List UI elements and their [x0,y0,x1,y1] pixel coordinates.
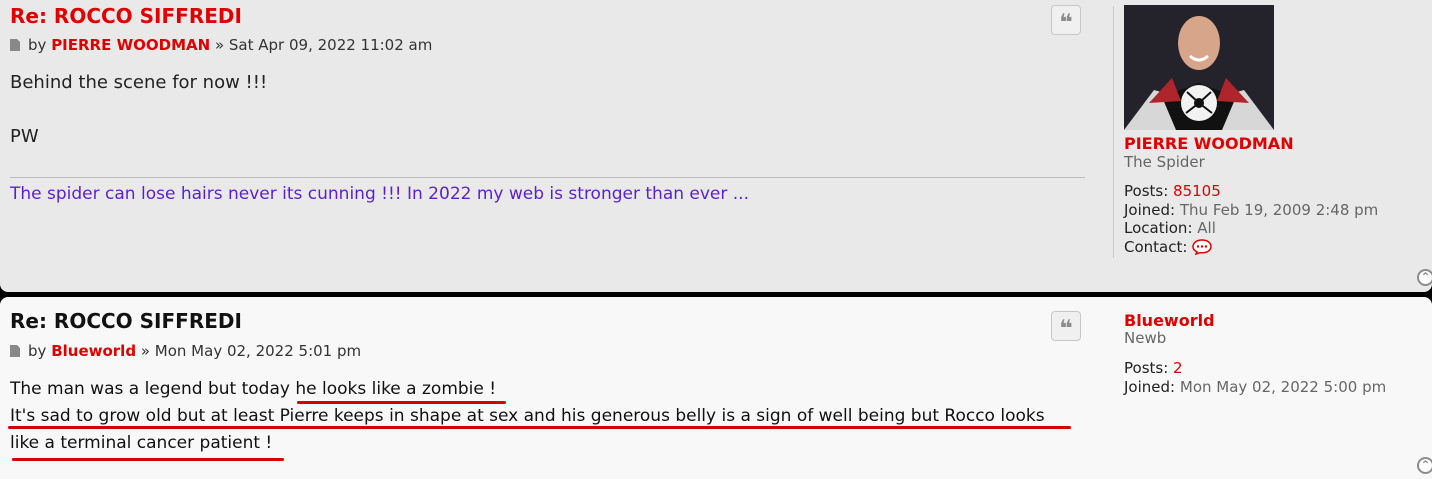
profile-divider [1113,6,1114,258]
joined-label: Joined: [1124,200,1176,219]
posts-count[interactable]: 2 [1173,359,1183,377]
posts-label: Posts: [1124,359,1169,377]
content-line: Behind the scene for now !!! [10,72,268,93]
post-meta: by Blueworld » Mon May 02, 2022 5:01 pm [10,341,361,361]
post-1: Re: ROCCO SIFFREDI by PIERRE WOODMAN » S… [0,0,1432,292]
post-meta: by PIERRE WOODMAN » Sat Apr 09, 2022 11:… [10,35,432,55]
post-content: Behind the scene for now !!! PW [10,69,267,150]
joined-date: Thu Feb 19, 2009 2:48 pm [1179,200,1379,219]
quote-icon: ❝ [1059,10,1073,36]
back-to-top-icon[interactable]: ⌃ [1417,457,1432,474]
content-line: The man was a legend but today he looks … [10,379,497,399]
by-label: by [28,342,47,360]
profile-stats: Posts: 2 Joined: Mon May 02, 2022 5:00 p… [1124,359,1386,396]
post-content: The man was a legend but today he looks … [10,376,1045,457]
avatar[interactable] [1124,5,1274,130]
profile-stats: Posts: 85105 Joined: Thu Feb 19, 2009 2:… [1124,182,1378,256]
joined-date: Mon May 02, 2022 5:00 pm [1179,377,1387,396]
author-link[interactable]: PIERRE WOODMAN [51,36,210,54]
profile-rank: Newb [1124,329,1167,347]
location-label: Location: [1124,219,1193,238]
profile-username[interactable]: PIERRE WOODMAN [1124,134,1294,154]
posts-label: Posts: [1124,182,1169,200]
annotation-underline [8,426,1071,429]
content-line: PW [10,126,39,147]
content-line [10,96,267,123]
post-title[interactable]: Re: ROCCO SIFFREDI [10,309,242,333]
author-link[interactable]: Blueworld [51,342,136,360]
contact-label: Contact: [1124,237,1188,256]
signature-divider [10,177,1085,178]
content-line: like a terminal cancer patient ! [10,433,273,453]
back-to-top-icon[interactable]: ⌃ [1417,269,1432,286]
posts-count[interactable]: 85105 [1173,182,1221,200]
location-value: All [1197,219,1216,238]
by-label: by [28,36,47,54]
post-icon [10,39,20,51]
chat-bubble-icon[interactable] [1192,239,1212,256]
quote-button[interactable]: ❝ [1051,311,1081,342]
post-title[interactable]: Re: ROCCO SIFFREDI [10,4,242,28]
signature: The spider can lose hairs never its cunn… [10,184,749,204]
quote-icon: ❝ [1059,316,1073,342]
annotation-underline [297,401,506,404]
quote-button[interactable]: ❝ [1051,5,1081,36]
annotation-underline [12,458,284,461]
joined-label: Joined: [1124,377,1176,396]
post-icon [10,345,20,357]
post-date: » Mon May 02, 2022 5:01 pm [140,342,362,360]
profile-rank: The Spider [1124,153,1205,171]
post-date: » Sat Apr 09, 2022 11:02 am [214,36,433,54]
